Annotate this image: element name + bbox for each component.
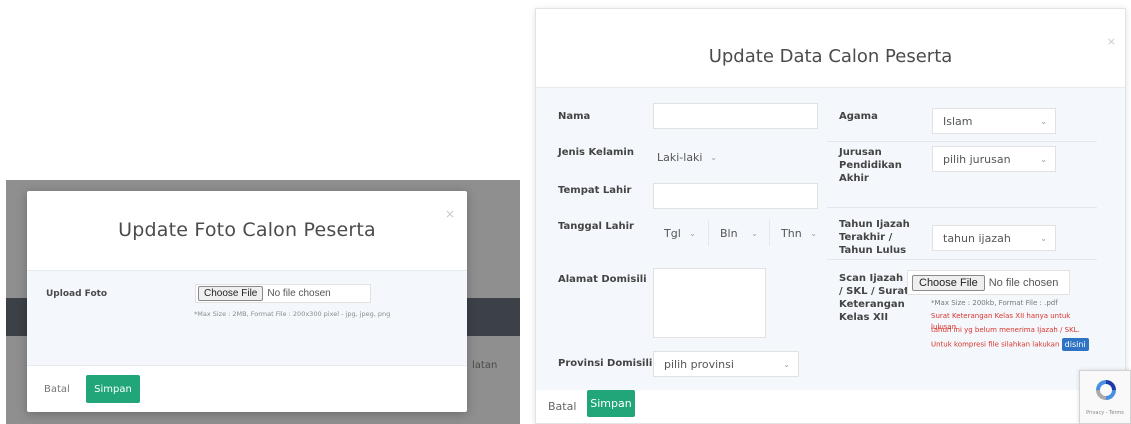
- photo-file-hint: *Max Size : 2MB, Format File : 200x300 p…: [194, 310, 391, 318]
- scan-note-text: Untuk kompresi file silahkan lakukan: [931, 340, 1060, 349]
- scan-note-line3: Untuk kompresi file silahkan lakukan dis…: [931, 338, 1101, 351]
- choose-file-button[interactable]: Choose File: [912, 274, 985, 291]
- nama-label: Nama: [558, 111, 591, 122]
- tempat-lahir-label: Tempat Lahir: [558, 185, 632, 196]
- tanggal-lahir-label: Tanggal Lahir: [558, 221, 634, 232]
- recaptcha-text: Privacy - Terms: [1086, 410, 1124, 416]
- jenis-kelamin-label: Jenis Kelamin: [558, 147, 634, 158]
- chevron-down-icon: ⌄: [689, 228, 696, 238]
- jurusan-value: pilih jurusan: [943, 152, 1011, 166]
- recaptcha-badge[interactable]: Privacy - Terms: [1079, 370, 1131, 424]
- choose-file-button[interactable]: Choose File: [198, 286, 264, 301]
- chevron-down-icon: ⌄: [1040, 154, 1047, 164]
- cancel-button[interactable]: Batal: [44, 384, 70, 395]
- modal-backdrop: latan Update Foto Calon Peserta × Upload…: [6, 180, 520, 424]
- modal-title: Update Foto Calon Peserta: [118, 219, 376, 241]
- upload-photo-label: Upload Foto: [46, 289, 108, 299]
- photo-file-input[interactable]: Choose File No file chosen: [195, 284, 371, 303]
- tempat-lahir-input[interactable]: [653, 183, 818, 209]
- chevron-down-icon: ⌄: [810, 228, 817, 238]
- jurusan-select[interactable]: pilih jurusan ⌄: [932, 146, 1056, 172]
- file-status: No file chosen: [988, 276, 1059, 289]
- day-select[interactable]: Tgl ⌄: [653, 220, 705, 246]
- close-icon[interactable]: ×: [445, 207, 455, 221]
- nama-input[interactable]: [653, 103, 818, 129]
- agama-value: Islam: [943, 114, 973, 128]
- scan-ijazah-file-input[interactable]: Choose File No file chosen: [907, 270, 1070, 295]
- cancel-button[interactable]: Batal: [548, 400, 576, 413]
- tahun-ijazah-value: tahun ijazah: [943, 231, 1011, 245]
- close-icon[interactable]: ×: [1107, 35, 1116, 48]
- modal-title: Update Data Calon Peserta: [708, 46, 953, 67]
- modal-body: Upload Foto Choose File No file chosen *…: [27, 270, 467, 366]
- jenis-kelamin-select[interactable]: Laki-laki ⌄: [646, 144, 726, 170]
- jenis-kelamin-value: Laki-laki: [657, 150, 703, 164]
- chevron-down-icon: ⌄: [783, 359, 790, 369]
- recaptcha-logo-icon: [1096, 380, 1116, 400]
- jurusan-label: Jurusan Pendidikan Akhir: [839, 147, 902, 184]
- provinsi-select[interactable]: pilih provinsi ⌄: [653, 351, 799, 377]
- scan-file-hint: *Max Size : 200kb, Format File : .pdf: [931, 299, 1058, 307]
- scan-note-line2: tahun ini yg belum menerima Ijazah / SKL…: [931, 326, 1080, 334]
- tahun-ijazah-label: Tahun Ijazah Terakhir / Tahun Lulus: [839, 219, 910, 256]
- alamat-textarea[interactable]: [653, 268, 766, 338]
- save-button[interactable]: Simpan: [86, 375, 140, 403]
- scan-ijazah-label: Scan Ijazah / SKL / Surat Keterangan Kel…: [839, 273, 909, 323]
- month-value: Bln: [720, 226, 738, 240]
- tahun-ijazah-select[interactable]: tahun ijazah ⌄: [932, 225, 1056, 251]
- save-button[interactable]: Simpan: [587, 390, 635, 417]
- agama-label: Agama: [839, 111, 878, 122]
- compress-link-button[interactable]: disini: [1061, 338, 1089, 351]
- divider: [827, 259, 1097, 260]
- divider: [827, 207, 1097, 208]
- update-data-modal: Update Data Calon Peserta × Nama Agama I…: [535, 8, 1126, 424]
- file-status: No file chosen: [267, 288, 331, 299]
- year-value: Thn: [781, 226, 802, 240]
- month-select[interactable]: Bln ⌄: [709, 220, 767, 246]
- year-select[interactable]: Thn ⌄: [770, 220, 826, 246]
- alamat-label: Alamat Domisili: [558, 274, 647, 285]
- background-text: latan: [472, 360, 498, 371]
- chevron-down-icon: ⌄: [1040, 116, 1047, 126]
- chevron-down-icon: ⌄: [710, 152, 717, 162]
- agama-select[interactable]: Islam ⌄: [932, 108, 1056, 134]
- provinsi-label: Provinsi Domisili: [558, 358, 653, 369]
- update-photo-modal: Update Foto Calon Peserta × Upload Foto …: [27, 191, 467, 412]
- day-value: Tgl: [664, 226, 681, 240]
- divider: [827, 141, 1097, 142]
- chevron-down-icon: ⌄: [1040, 233, 1047, 243]
- chevron-down-icon: ⌄: [751, 228, 758, 238]
- provinsi-value: pilih provinsi: [664, 357, 734, 371]
